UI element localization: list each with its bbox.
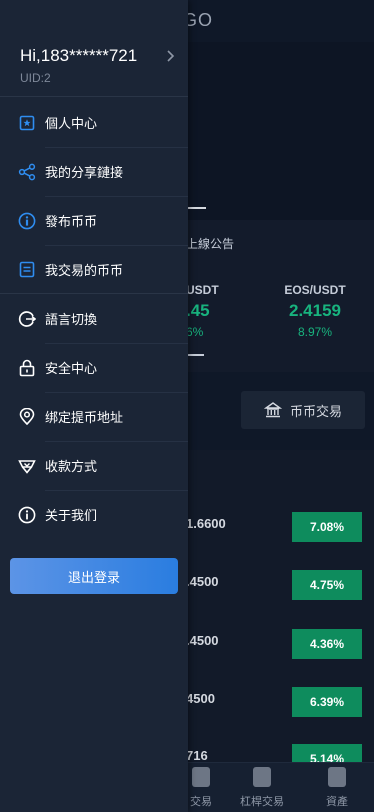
user-greeting: Hi,183******721 — [20, 46, 138, 65]
menu-item-publish-coin[interactable]: 發布币币 — [0, 196, 188, 245]
location-pin-icon — [18, 407, 36, 426]
row-change-badge: 7.08% — [292, 512, 362, 542]
tab-label: 杠桿交易 — [240, 796, 284, 808]
chevron-right-icon — [167, 50, 175, 62]
row-change-badge: 4.75% — [292, 570, 362, 600]
ticker-change: 8.97% — [297, 325, 333, 339]
list-item[interactable]: 1.6600 7.08% — [186, 512, 364, 542]
row-price: 716 — [186, 748, 208, 763]
menu-label: 個人中心 — [45, 116, 98, 131]
banner-indicator — [186, 207, 206, 209]
coin-trade-button[interactable]: 币币交易 — [241, 391, 365, 429]
ticker-underline — [186, 354, 204, 356]
payment-icon — [18, 457, 36, 475]
menu-label: 关于我们 — [45, 508, 98, 523]
tab-leverage[interactable]: 杠桿交易 — [232, 763, 292, 812]
tab-label: 資產 — [326, 796, 348, 808]
exchange-icon — [192, 767, 210, 787]
row-change-badge: 6.39% — [292, 687, 362, 717]
menu-label: 安全中心 — [45, 361, 98, 376]
row-change-badge: 4.36% — [292, 629, 362, 659]
menu-item-personal-center[interactable]: 個人中心 — [0, 98, 188, 147]
notice-text[interactable]: 上線公告 — [186, 235, 234, 252]
bank-icon — [263, 402, 282, 418]
row-price: 4500 — [186, 691, 215, 706]
row-price: .4500 — [186, 633, 219, 648]
coin-trade-label: 币币交易 — [289, 403, 342, 419]
logout-button[interactable]: 退出登录 — [10, 558, 178, 594]
menu-label: 我的分享鏈接 — [45, 165, 124, 180]
menu-item-language-switch[interactable]: 語言切換 — [0, 294, 188, 343]
menu-item-about-us[interactable]: 关于我们 — [0, 490, 188, 539]
ticker-change: 6% — [186, 325, 204, 339]
info-icon — [18, 506, 36, 524]
menu-item-bind-withdraw-address[interactable]: 绑定提币地址 — [0, 392, 188, 441]
menu-item-share-link[interactable]: 我的分享鏈接 — [0, 147, 188, 196]
ticker-price: .45 — [186, 301, 210, 320]
list-item[interactable]: 4500 6.39% — [186, 687, 364, 717]
ticker-left[interactable]: USDT .45 6% — [186, 283, 219, 339]
ticker-price: 2.4159 — [289, 301, 341, 320]
list-item[interactable]: .4500 4.36% — [186, 629, 364, 659]
star-badge-icon — [18, 114, 36, 132]
menu-item-payment-methods[interactable]: 收款方式 — [0, 441, 188, 490]
tab-assets[interactable]: 資產 — [312, 763, 362, 812]
menu-label: 我交易的币币 — [45, 263, 124, 278]
ticker-right[interactable]: EOS/USDT 2.4159 8.97% — [270, 283, 360, 339]
menu-label: 收款方式 — [45, 459, 98, 474]
list-item[interactable]: .4500 4.75% — [186, 570, 364, 600]
share-icon — [18, 163, 36, 181]
menu-label: 發布币币 — [45, 214, 98, 229]
menu-label: 绑定提币地址 — [45, 410, 124, 425]
user-uid: UID:2 — [20, 71, 51, 85]
user-header[interactable]: Hi,183******721 UID:2 — [0, 0, 188, 97]
tab-label: 交易 — [190, 796, 212, 808]
row-price: .4500 — [186, 574, 219, 589]
menu-item-my-traded-coins[interactable]: 我交易的币币 — [0, 245, 188, 294]
language-switch-icon — [18, 310, 36, 328]
menu-label: 語言切換 — [45, 312, 98, 327]
document-icon — [18, 261, 36, 279]
menu-item-security-center[interactable]: 安全中心 — [0, 343, 188, 392]
lock-icon — [18, 359, 36, 377]
wallet-icon — [328, 767, 346, 787]
side-drawer: Hi,183******721 UID:2 個人中心 我的分享鏈接 發布币币 我… — [0, 0, 188, 812]
info-circle-icon — [18, 212, 36, 230]
leverage-icon — [253, 767, 271, 787]
ticker-pair: EOS/USDT — [284, 283, 346, 297]
row-price: 1.6600 — [186, 516, 226, 531]
ticker-pair: USDT — [186, 283, 219, 297]
